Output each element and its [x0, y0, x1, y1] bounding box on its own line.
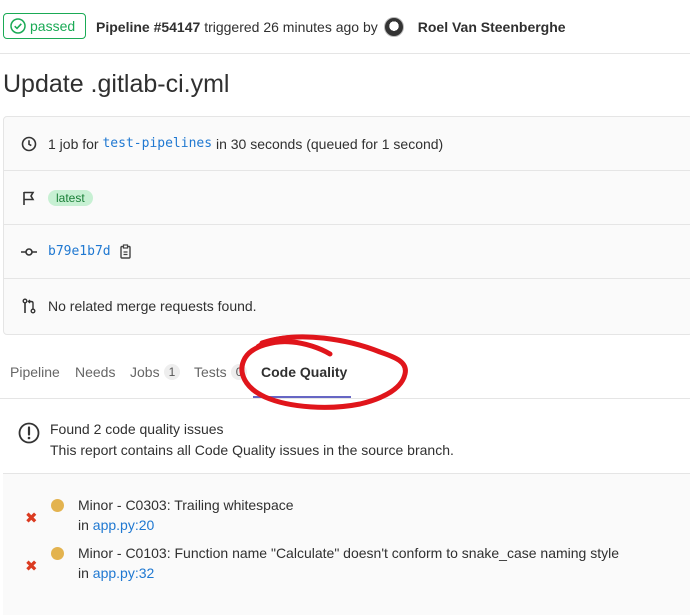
latest-badge: latest: [48, 189, 93, 206]
tests-count-badge: 0: [230, 364, 248, 380]
pipeline-info-panel: 1 job for test-pipelines in 30 seconds (…: [3, 116, 690, 335]
avatar[interactable]: [383, 17, 404, 37]
issue-description: Minor - C0103: Function name "Calculate"…: [78, 545, 619, 561]
jobs-count-badge: 1: [163, 364, 181, 380]
tab-jobs[interactable]: Jobs 1: [130, 364, 181, 380]
pipeline-tabs: Pipeline Needs Jobs 1 Tests 0 Code Quali…: [0, 350, 690, 399]
active-tab-indicator: [253, 396, 351, 398]
list-item: ✖ Minor - C0103: Function name "Calculat…: [3, 543, 690, 583]
commit-sha-link[interactable]: b79e1b7d: [48, 244, 111, 259]
tab-label: Code Quality: [261, 364, 348, 380]
issue-description: Minor - C0303: Trailing whitespace: [78, 497, 294, 513]
merge-request-icon: [20, 297, 38, 315]
tab-pipeline[interactable]: Pipeline: [10, 364, 60, 380]
jobs-suffix: in 30 seconds (queued for 1 second): [215, 135, 444, 152]
file-link[interactable]: app.py:20: [93, 517, 155, 533]
badge-row: latest: [4, 171, 690, 225]
file-link[interactable]: app.py:32: [93, 565, 155, 581]
jobs-prefix: 1 job for: [48, 135, 99, 152]
author-name[interactable]: Roel Van Steenberghe: [418, 19, 566, 35]
tab-label: Pipeline: [10, 364, 60, 380]
pipeline-header: passed Pipeline #54147 triggered 26 minu…: [0, 0, 690, 54]
branch-link[interactable]: test-pipelines: [102, 136, 212, 151]
tab-needs[interactable]: Needs: [75, 364, 115, 380]
summary-description: This report contains all Code Quality is…: [50, 442, 454, 458]
page-title: Update .gitlab-ci.yml: [3, 70, 230, 98]
issue-location: in app.py:32: [78, 563, 154, 583]
pipeline-summary: Pipeline #54147 triggered 26 minutes ago…: [96, 17, 566, 37]
summary-title: Found 2 code quality issues: [50, 421, 224, 437]
warning-circle-icon: [18, 422, 40, 444]
clock-icon: [20, 135, 38, 153]
severity-dot-icon: [51, 547, 64, 560]
tab-label: Tests: [194, 364, 227, 380]
merge-requests-text: No related merge requests found.: [48, 298, 257, 314]
tab-code-quality[interactable]: Code Quality: [261, 364, 347, 380]
commit-icon: [20, 243, 38, 261]
severity-dot-icon: [51, 499, 64, 512]
code-quality-summary: Found 2 code quality issues This report …: [18, 419, 454, 461]
status-label: passed: [30, 18, 76, 34]
tab-label: Needs: [75, 364, 116, 380]
in-label: in: [78, 565, 89, 581]
merge-request-row: No related merge requests found.: [4, 279, 690, 333]
tab-label: Jobs: [130, 364, 160, 380]
status-badge[interactable]: passed: [3, 13, 87, 39]
jobs-row: 1 job for test-pipelines in 30 seconds (…: [4, 117, 690, 171]
issues-list: ✖ Minor - C0303: Trailing whitespace in …: [3, 473, 690, 615]
triggered-text: triggered 26 minutes ago by: [204, 19, 378, 35]
failed-x-icon: ✖: [25, 510, 38, 527]
check-circle-icon: [10, 18, 26, 34]
in-label: in: [78, 517, 89, 533]
tab-tests[interactable]: Tests 0: [194, 364, 248, 380]
list-item: ✖ Minor - C0303: Trailing whitespace in …: [3, 495, 690, 535]
flag-icon: [20, 189, 38, 207]
failed-x-icon: ✖: [25, 558, 38, 575]
pipeline-id: Pipeline #54147: [96, 19, 201, 35]
commit-row: b79e1b7d: [4, 225, 690, 279]
copy-icon[interactable]: [119, 244, 133, 259]
issue-location: in app.py:20: [78, 515, 154, 535]
